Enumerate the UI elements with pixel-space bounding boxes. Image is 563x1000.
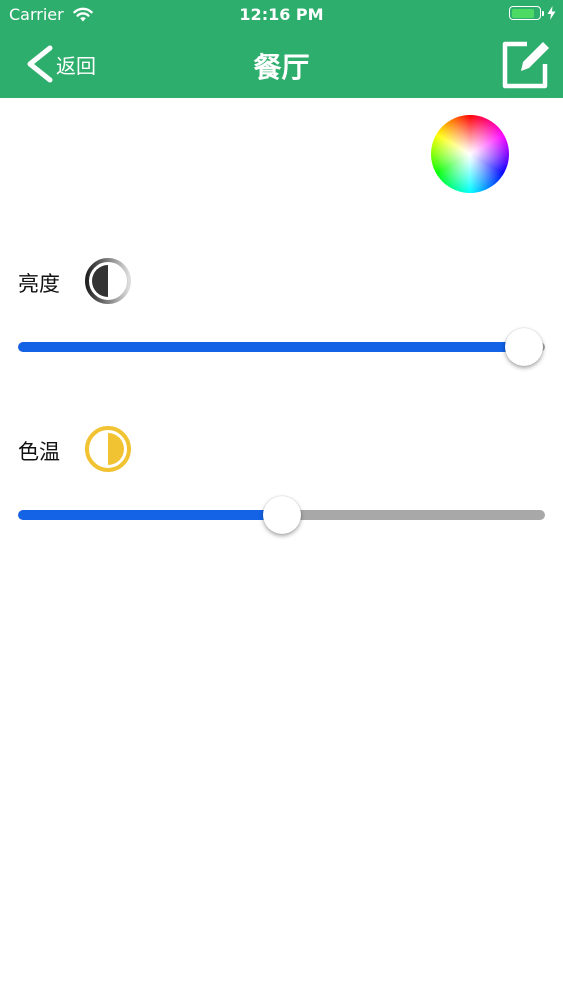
nav-bar: 返回 餐厅 (0, 30, 563, 98)
brightness-slider-thumb[interactable] (505, 328, 543, 366)
brightness-slider[interactable] (18, 327, 545, 367)
edit-icon[interactable] (499, 38, 551, 90)
color-temperature-slider-thumb[interactable] (263, 496, 301, 534)
status-bar: Carrier 12:16 PM (0, 0, 563, 30)
brightness-icon (85, 258, 131, 304)
color-temperature-icon (85, 426, 131, 472)
status-time: 12:16 PM (239, 5, 324, 24)
color-temperature-slider[interactable] (18, 495, 545, 535)
charging-bolt-icon (547, 6, 556, 20)
battery-fill (511, 8, 534, 18)
back-button[interactable]: 返回 (20, 44, 96, 84)
battery-icon (509, 6, 544, 20)
brightness-slider-fill (18, 342, 524, 352)
brightness-slider-track (18, 342, 545, 352)
back-label: 返回 (56, 53, 96, 78)
color-temperature-slider-fill (18, 510, 282, 520)
brightness-label: 亮度 (18, 272, 60, 296)
color-temperature-label: 色温 (18, 440, 60, 464)
color-wheel-icon[interactable] (431, 115, 509, 193)
chevron-left-icon (27, 45, 53, 83)
battery-cap (541, 10, 544, 16)
status-right (509, 6, 556, 20)
